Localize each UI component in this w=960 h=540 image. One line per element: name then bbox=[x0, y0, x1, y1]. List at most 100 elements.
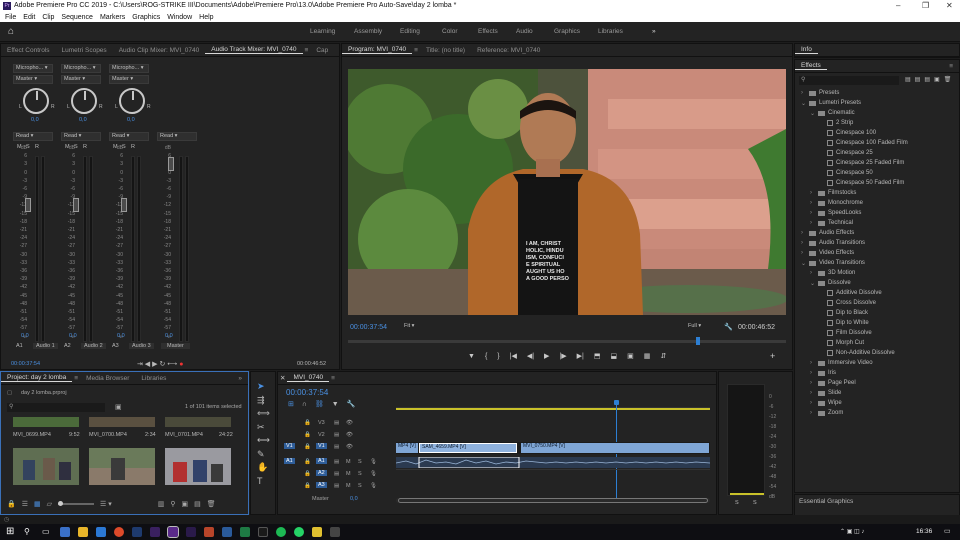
track-label[interactable]: V1 bbox=[316, 443, 327, 449]
word-icon[interactable] bbox=[222, 527, 232, 537]
program-playhead[interactable] bbox=[696, 337, 700, 345]
workspace-effects[interactable]: Effects bbox=[478, 28, 498, 35]
solo-track-button[interactable]: S bbox=[358, 483, 362, 489]
media-thumbnail[interactable] bbox=[13, 417, 79, 427]
effect-item[interactable]: Film Dissolve bbox=[801, 328, 957, 338]
extract-icon[interactable]: ⬓ bbox=[610, 352, 617, 360]
source-patch-a1[interactable]: A1 bbox=[284, 458, 295, 464]
program-timecode[interactable]: 00:00:37:54 bbox=[350, 324, 387, 331]
effect-item[interactable]: Dip to Black bbox=[801, 308, 957, 318]
volume-fader[interactable] bbox=[121, 198, 127, 212]
effects-folder[interactable]: › Video Effects bbox=[801, 248, 957, 258]
task-view-icon[interactable]: ▭ bbox=[42, 527, 50, 536]
effects-folder[interactable]: ⌄ Cinematic bbox=[801, 108, 957, 118]
media-encoder-icon[interactable] bbox=[186, 527, 196, 537]
go-to-out-icon[interactable]: ▶| bbox=[577, 352, 584, 360]
sync-lock-icon[interactable]: ▤ bbox=[334, 420, 339, 426]
effects-folder[interactable]: › Audio Effects bbox=[801, 228, 957, 238]
step-back-icon[interactable]: ◀| bbox=[527, 352, 534, 360]
pan-value[interactable]: 0,0 bbox=[31, 117, 39, 123]
tab-project[interactable]: Project: day 2 lomba bbox=[1, 374, 73, 382]
edge-icon[interactable] bbox=[96, 527, 106, 537]
tab-captions[interactable]: Cap bbox=[310, 47, 334, 54]
program-scrubber[interactable] bbox=[348, 337, 786, 345]
list-view-icon[interactable]: ☰ bbox=[22, 500, 28, 508]
timeline-horizontal-scrollbar[interactable] bbox=[396, 498, 710, 503]
effect-item[interactable]: Cinespace 50 bbox=[801, 168, 957, 178]
tab-audio-clip-mixer[interactable]: Audio Clip Mixer: MVI_0740 bbox=[113, 47, 206, 54]
lock-track-icon[interactable]: 🔒 bbox=[304, 483, 311, 489]
sync-lock-icon[interactable]: ▤ bbox=[334, 471, 339, 477]
lock-icon[interactable]: 🔒 bbox=[7, 500, 16, 508]
workspace-more-icon[interactable]: » bbox=[652, 28, 656, 35]
effect-item[interactable]: 2 Strip bbox=[801, 118, 957, 128]
lock-track-icon[interactable]: 🔒 bbox=[304, 444, 311, 450]
effects-folder[interactable]: ⌄ Dissolve bbox=[801, 278, 957, 288]
workspace-graphics[interactable]: Graphics bbox=[554, 28, 580, 35]
notifications-icon[interactable]: ▭ bbox=[944, 527, 951, 535]
insert-nest-icon[interactable]: ⊞ bbox=[288, 400, 294, 408]
chevron-right-icon[interactable]: › bbox=[801, 90, 809, 96]
fader-value[interactable]: 0,0 bbox=[117, 333, 125, 339]
freeform-view-icon[interactable]: ▱ bbox=[47, 500, 52, 508]
maximize-icon[interactable]: ❐ bbox=[922, 1, 929, 10]
tab-media-browser[interactable]: Media Browser bbox=[80, 375, 135, 382]
media-thumbnail[interactable] bbox=[165, 448, 231, 485]
lift-icon[interactable]: ⬒ bbox=[594, 352, 601, 360]
effect-item[interactable]: Morph Cut bbox=[801, 338, 957, 348]
comparison-view-icon[interactable]: ▦ bbox=[644, 352, 651, 360]
effects-folder[interactable]: › Technical bbox=[801, 218, 957, 228]
chevron-right-icon[interactable]: › bbox=[810, 400, 818, 406]
microphone-icon[interactable]: 🎙 bbox=[370, 471, 377, 477]
a1-audio-clip[interactable] bbox=[395, 456, 711, 469]
type-tool-icon[interactable]: T bbox=[257, 475, 270, 489]
media-thumbnail[interactable] bbox=[13, 448, 79, 485]
solo-track-button[interactable]: S bbox=[358, 459, 362, 465]
excel-icon[interactable] bbox=[240, 527, 250, 537]
effects-folder[interactable]: › Iris bbox=[801, 368, 957, 378]
sync-lock-icon[interactable]: ▤ bbox=[334, 483, 339, 489]
chevron-right-icon[interactable]: › bbox=[810, 360, 818, 366]
workspace-learning[interactable]: Learning bbox=[310, 28, 335, 35]
volume-fader[interactable] bbox=[73, 198, 79, 212]
track-select-tool-icon[interactable]: ⇶ bbox=[257, 394, 270, 408]
pan-knob[interactable] bbox=[119, 88, 145, 114]
yuv-effects-icon[interactable]: ▤ bbox=[924, 76, 930, 83]
go-to-in-icon[interactable]: |◀ bbox=[510, 352, 517, 360]
effect-item[interactable]: Dip to White bbox=[801, 318, 957, 328]
step-forward-icon[interactable]: |▶ bbox=[559, 352, 566, 360]
zoom-slider[interactable] bbox=[58, 501, 95, 506]
chrome-icon[interactable] bbox=[114, 527, 124, 537]
sync-lock-icon[interactable]: ▤ bbox=[334, 459, 339, 465]
tab-info[interactable]: Info bbox=[795, 46, 818, 54]
record-enable-button[interactable]: R bbox=[131, 144, 135, 150]
master-track-value[interactable]: 0,0 bbox=[350, 496, 358, 502]
sync-lock-icon[interactable]: ▤ bbox=[334, 432, 339, 438]
timeline-settings-icon[interactable]: 🔧 bbox=[347, 400, 356, 408]
effect-item[interactable]: Non-Additive Dissolve bbox=[801, 348, 957, 358]
accelerated-effects-icon[interactable]: ▤ bbox=[905, 76, 911, 83]
taskbar-search-icon[interactable]: ⚲ bbox=[24, 527, 30, 536]
add-marker-icon[interactable]: ▼ bbox=[332, 401, 339, 408]
lock-track-icon[interactable]: 🔒 bbox=[304, 459, 311, 465]
new-bin-icon[interactable]: ▣ bbox=[182, 500, 189, 508]
effects-folder[interactable]: › 3D Motion bbox=[801, 268, 957, 278]
workspace-libraries[interactable]: Libraries bbox=[598, 28, 623, 35]
track-label[interactable]: A2 bbox=[316, 470, 327, 476]
tab-effects[interactable]: Effects bbox=[795, 62, 827, 70]
program-video-frame[interactable]: I AM, CHRIST HOLIC, HINDU ISM, CONFUCI E… bbox=[348, 69, 786, 315]
pan-knob[interactable] bbox=[71, 88, 97, 114]
channel-output-select[interactable]: Master ▾ bbox=[109, 75, 149, 84]
linked-selection-icon[interactable]: ⛓ bbox=[315, 400, 324, 408]
effect-item[interactable]: Cinespace 25 bbox=[801, 148, 957, 158]
fader-value[interactable]: 0,0 bbox=[21, 333, 29, 339]
tab-sequence[interactable]: MVI_0740 bbox=[287, 374, 330, 382]
effect-item[interactable]: Cross Dissolve bbox=[801, 298, 957, 308]
eye-icon[interactable]: 👁 bbox=[346, 444, 353, 450]
track-name[interactable]: Audio 2 bbox=[81, 343, 106, 349]
effect-item[interactable]: Cinespace 100 Faded Film bbox=[801, 138, 957, 148]
microphone-icon[interactable]: 🎙 bbox=[370, 483, 377, 489]
sort-icon[interactable]: ☰ ▾ bbox=[100, 500, 112, 508]
tab-menu-icon[interactable]: ≡ bbox=[329, 375, 337, 382]
chevron-down-icon[interactable]: ⌄ bbox=[810, 110, 818, 117]
